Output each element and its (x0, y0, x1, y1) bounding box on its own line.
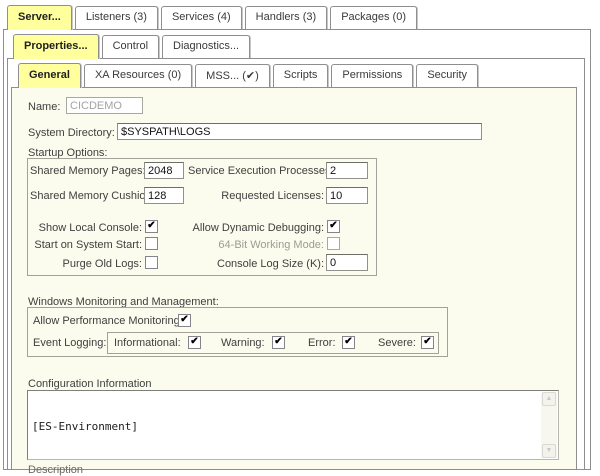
configuration-information-label: Configuration Information (28, 378, 152, 390)
check-mark: ✔ (190, 336, 198, 347)
show-local-console-label: Show Local Console: (30, 222, 142, 234)
tab-row-properties-level: Properties... Control Diagnostics... (13, 34, 253, 60)
configuration-text: [ES-Environment] SYSPATH=D:DEMO2ES_CICS … (32, 394, 538, 457)
tab-control[interactable]: Control (102, 35, 159, 58)
tab-listeners[interactable]: Listeners (3) (75, 6, 158, 29)
tab-server[interactable]: Server... (7, 5, 72, 30)
shared-memory-pages-input[interactable] (144, 162, 184, 179)
start-on-system-start-checkbox[interactable] (145, 237, 158, 250)
system-directory-input[interactable] (117, 123, 482, 140)
console-log-size-label: Console Log Size (K): (188, 258, 324, 270)
name-label: Name: (28, 101, 60, 113)
requested-licenses-input[interactable] (326, 187, 368, 204)
tab-general[interactable]: General (18, 63, 81, 88)
show-local-console-checkbox[interactable]: ✔ (145, 220, 158, 233)
tab-security[interactable]: Security (416, 64, 478, 87)
event-severe-label: Severe: (378, 337, 416, 349)
allow-performance-monitoring-checkbox[interactable]: ✔ (178, 314, 191, 327)
check-mark: ✔ (274, 336, 282, 347)
console-log-size-input[interactable] (326, 254, 368, 271)
tab-diagnostics[interactable]: Diagnostics... (162, 35, 250, 58)
event-error-checkbox[interactable]: ✔ (342, 336, 355, 349)
shared-memory-cushion-input[interactable] (144, 187, 184, 204)
description-label: Description (28, 464, 83, 476)
tab-permissions[interactable]: Permissions (331, 64, 413, 87)
event-logging-label: Event Logging: (33, 337, 106, 349)
event-informational-label: Informational: (114, 337, 181, 349)
64bit-working-mode-label: 64-Bit Working Mode: (188, 239, 324, 251)
tab-scripts[interactable]: Scripts (273, 64, 329, 87)
tab-properties[interactable]: Properties... (13, 34, 99, 59)
tab-row-server-level: Server... Listeners (3) Services (4) Han… (7, 5, 420, 31)
allow-dynamic-debugging-checkbox[interactable]: ✔ (327, 220, 340, 233)
system-directory-label: System Directory: (28, 127, 115, 139)
event-warning-label: Warning: (221, 337, 265, 349)
event-informational-checkbox[interactable]: ✔ (188, 336, 201, 349)
tab-row-general-level: General XA Resources (0) MSS... (✔) Scri… (18, 63, 481, 89)
check-mark: ✔ (329, 220, 337, 231)
check-mark: ✔ (147, 220, 155, 231)
service-execution-processes-input[interactable] (326, 162, 368, 179)
tab-packages[interactable]: Packages (0) (330, 6, 417, 29)
event-error-label: Error: (308, 337, 336, 349)
allow-performance-monitoring-label: Allow Performance Monitoring: (33, 315, 183, 327)
config-line: [ES-Environment] (32, 420, 538, 433)
event-severe-checkbox[interactable]: ✔ (421, 336, 434, 349)
event-warning-checkbox[interactable]: ✔ (272, 336, 285, 349)
start-on-system-start-label: Start on System Start: (30, 239, 142, 251)
scrollbar-down-icon[interactable]: ▼ (542, 444, 556, 458)
textarea-scrollbar[interactable]: ▲ ▼ (541, 392, 557, 458)
scrollbar-up-icon[interactable]: ▲ (542, 392, 556, 406)
tab-mss[interactable]: MSS... (✔) (195, 64, 270, 87)
purge-old-logs-checkbox[interactable] (145, 256, 158, 269)
requested-licenses-label: Requested Licenses: (188, 190, 324, 202)
check-mark: ✔ (423, 336, 431, 347)
tab-xa-resources[interactable]: XA Resources (0) (84, 64, 192, 87)
name-input[interactable] (66, 97, 143, 114)
check-mark: ✔ (180, 314, 188, 325)
configuration-information-textarea[interactable]: [ES-Environment] SYSPATH=D:DEMO2ES_CICS … (27, 390, 559, 460)
shared-memory-pages-label: Shared Memory Pages: (30, 165, 142, 177)
allow-dynamic-debugging-label: Allow Dynamic Debugging: (188, 222, 324, 234)
tab-services[interactable]: Services (4) (161, 6, 242, 29)
check-mark: ✔ (344, 336, 352, 347)
shared-memory-cushion-label: Shared Memory Cushion: (30, 190, 142, 202)
64bit-working-mode-checkbox (327, 237, 340, 250)
service-execution-processes-label: Service Execution Processes: (188, 165, 324, 177)
purge-old-logs-label: Purge Old Logs: (30, 258, 142, 270)
tab-handlers[interactable]: Handlers (3) (245, 6, 328, 29)
